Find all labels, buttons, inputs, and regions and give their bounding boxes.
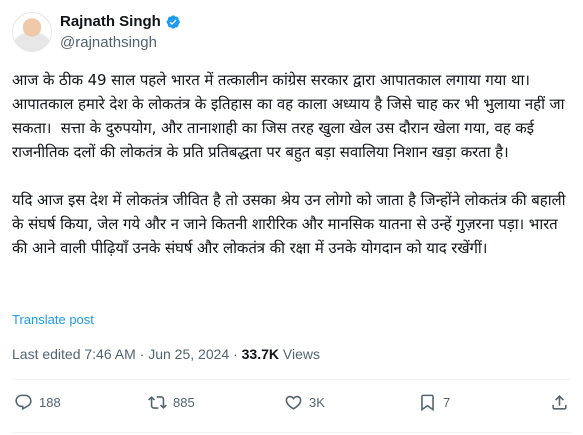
- author-name[interactable]: Rajnath Singh: [60, 13, 161, 30]
- repost-button[interactable]: 885: [148, 393, 195, 412]
- like-button[interactable]: 3K: [284, 393, 325, 412]
- views-label: Views: [282, 346, 320, 362]
- meta-separator-2: ·: [229, 346, 242, 362]
- views-count: 33.7K: [241, 346, 279, 362]
- reply-button[interactable]: 188: [14, 393, 61, 412]
- heart-icon: [285, 395, 302, 410]
- action-bar: 188 885 3K 7: [12, 393, 571, 419]
- bookmark-button[interactable]: 7: [418, 393, 450, 412]
- bookmark-icon: [421, 394, 434, 412]
- divider: [12, 379, 571, 380]
- share-button[interactable]: [550, 393, 569, 412]
- tweet-paragraph-2: यदि आज इस देश में लोकतंत्र जीवित है तो उ…: [12, 191, 571, 257]
- bookmark-count: 7: [443, 395, 451, 410]
- author-name-row: Rajnath Singh: [60, 13, 181, 30]
- edited-timestamp[interactable]: Last edited 7:46 AM: [12, 346, 136, 362]
- post-date[interactable]: Jun 25, 2024: [148, 346, 229, 362]
- avatar[interactable]: [12, 12, 52, 52]
- share-icon: [552, 395, 567, 410]
- author-handle[interactable]: @rajnathsingh: [60, 34, 157, 51]
- like-count: 3K: [309, 395, 325, 410]
- tweet-text: आज के ठीक 49 साल पहले भारत में तत्कालीन …: [12, 68, 574, 260]
- verified-badge-icon: [165, 14, 181, 30]
- tweet-paragraph-1: आज के ठीक 49 साल पहले भारत में तत्कालीन …: [12, 71, 570, 161]
- tweet-meta: Last edited 7:46 AM · Jun 25, 2024 · 33.…: [12, 346, 320, 362]
- tweet-header: Rajnath Singh @rajnathsingh: [12, 12, 572, 58]
- meta-separator: ·: [135, 346, 149, 362]
- repost-icon: [148, 396, 167, 409]
- divider-bottom: [12, 432, 571, 433]
- translate-post-link[interactable]: Translate post: [12, 312, 94, 327]
- reply-icon: [15, 394, 32, 411]
- repost-count: 885: [173, 395, 195, 410]
- reply-count: 188: [39, 395, 61, 410]
